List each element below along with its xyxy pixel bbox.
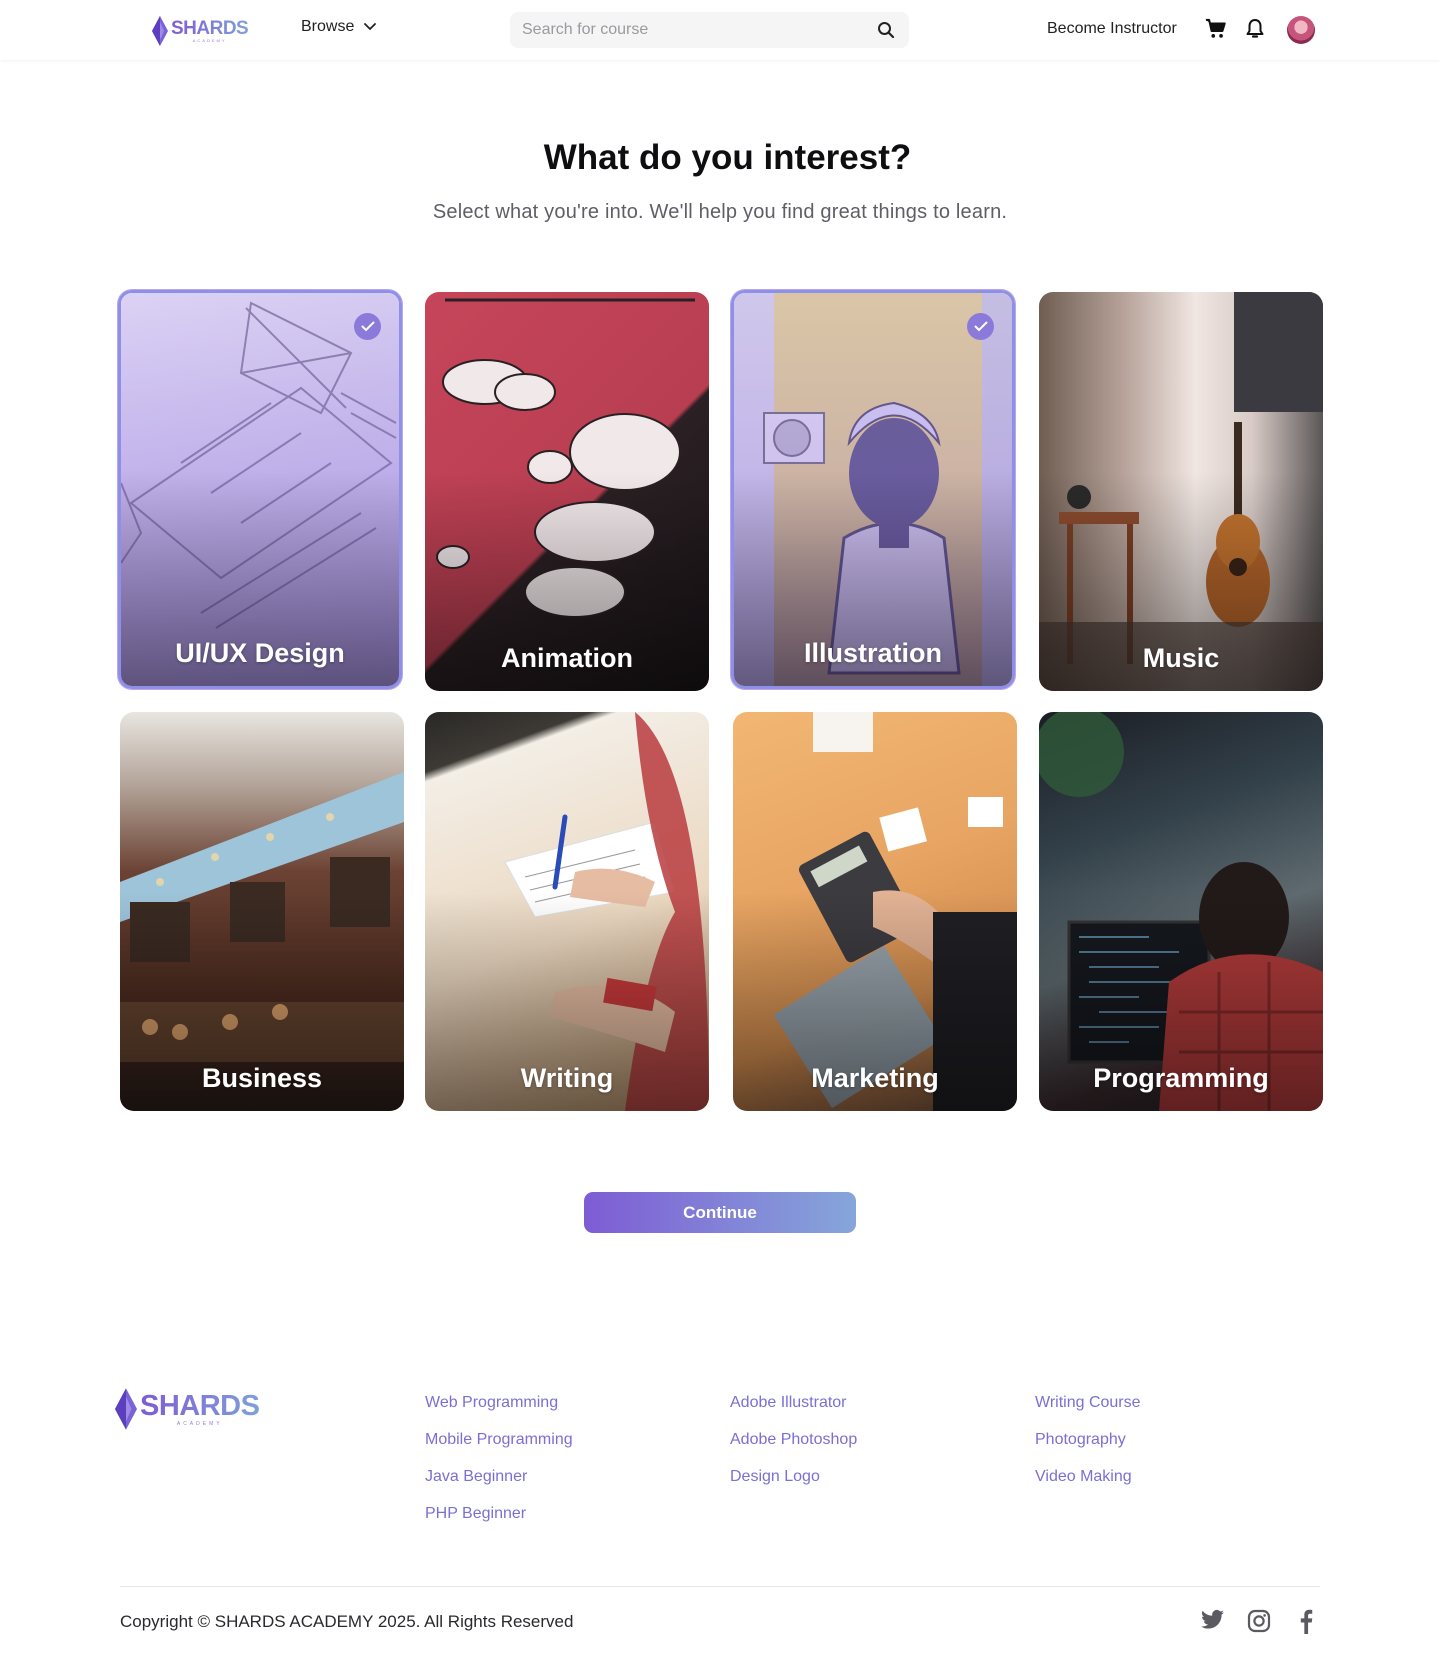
footer-link[interactable]: Writing Course <box>1035 1394 1141 1431</box>
footer-column-programming: Web Programming Mobile Programming Java … <box>425 1394 573 1542</box>
become-instructor-link[interactable]: Become Instructor <box>1047 20 1177 38</box>
check-icon <box>354 313 381 340</box>
browse-label: Browse <box>301 18 355 35</box>
footer-link[interactable]: PHP Beginner <box>425 1505 573 1542</box>
interest-card-business[interactable]: Business <box>120 712 404 1111</box>
cart-icon[interactable] <box>1205 18 1227 40</box>
footer-link[interactable]: Adobe Illustrator <box>730 1394 857 1431</box>
top-navbar: SHARDS ACADEMY Browse Become Instructor <box>0 0 1440 60</box>
user-avatar[interactable] <box>1287 16 1315 44</box>
footer-link[interactable]: Photography <box>1035 1431 1141 1468</box>
interest-card-label: Music <box>1142 643 1220 673</box>
footer-link[interactable]: Adobe Photoshop <box>730 1431 857 1468</box>
browse-dropdown[interactable]: Browse <box>301 18 377 36</box>
search-bar <box>510 12 909 48</box>
search-icon[interactable] <box>877 21 895 39</box>
interest-card-animation[interactable]: Animation <box>425 292 709 691</box>
footer-column-media: Writing Course Photography Video Making <box>1035 1394 1141 1505</box>
footer-shards-logo[interactable]: SHARDS ACADEMY <box>115 1388 260 1430</box>
shards-logo[interactable]: SHARDS ACADEMY <box>152 15 249 47</box>
interest-card-marketing[interactable]: Marketing <box>733 712 1017 1111</box>
instagram-icon[interactable] <box>1247 1609 1271 1633</box>
logo-subtitle: ACADEMY <box>176 1420 223 1427</box>
footer-link[interactable]: Web Programming <box>425 1394 573 1431</box>
shard-crystal-icon <box>115 1388 137 1430</box>
interest-card-writing[interactable]: Writing <box>425 712 709 1111</box>
footer-link[interactable]: Java Beginner <box>425 1468 573 1505</box>
interest-card-label: Writing <box>520 1063 614 1093</box>
interest-card-illustration[interactable]: Illustration <box>731 290 1015 689</box>
facebook-icon[interactable] <box>1299 1609 1313 1634</box>
page-title: What do you interest? <box>543 138 912 177</box>
logo-wordmark: SHARDS <box>140 1389 260 1422</box>
twitter-icon[interactable] <box>1200 1609 1225 1631</box>
interest-card-programming[interactable]: Programming <box>1039 712 1323 1111</box>
footer-link[interactable]: Mobile Programming <box>425 1431 573 1468</box>
copyright-text: Copyright © SHARDS ACADEMY 2025. All Rig… <box>120 1612 574 1631</box>
logo-subtitle: ACADEMY <box>192 38 227 43</box>
page-subtitle: Select what you're into. We'll help you … <box>432 201 1008 223</box>
interest-card-music[interactable]: Music <box>1039 292 1323 691</box>
chevron-down-icon <box>364 23 377 31</box>
shard-crystal-icon <box>152 16 168 46</box>
interest-card-label: Marketing <box>811 1063 939 1093</box>
search-input[interactable] <box>522 12 862 48</box>
footer-link[interactable]: Video Making <box>1035 1468 1141 1505</box>
interest-card-label: UI/UX Design <box>175 638 345 668</box>
footer-divider <box>120 1586 1320 1587</box>
interest-card-label: Animation <box>501 643 633 673</box>
interest-card-label: Business <box>201 1063 323 1093</box>
footer-column-design: Adobe Illustrator Adobe Photoshop Design… <box>730 1394 857 1505</box>
interest-card-label: Programming <box>1093 1063 1269 1093</box>
bell-icon[interactable] <box>1245 18 1265 40</box>
logo-wordmark: SHARDS <box>171 18 249 39</box>
check-icon <box>967 313 994 340</box>
interest-card-uiux-design[interactable]: UI/UX Design <box>118 290 402 689</box>
footer-link[interactable]: Design Logo <box>730 1468 857 1505</box>
continue-button[interactable]: Continue <box>584 1192 856 1233</box>
interest-card-label: Illustration <box>803 638 942 668</box>
